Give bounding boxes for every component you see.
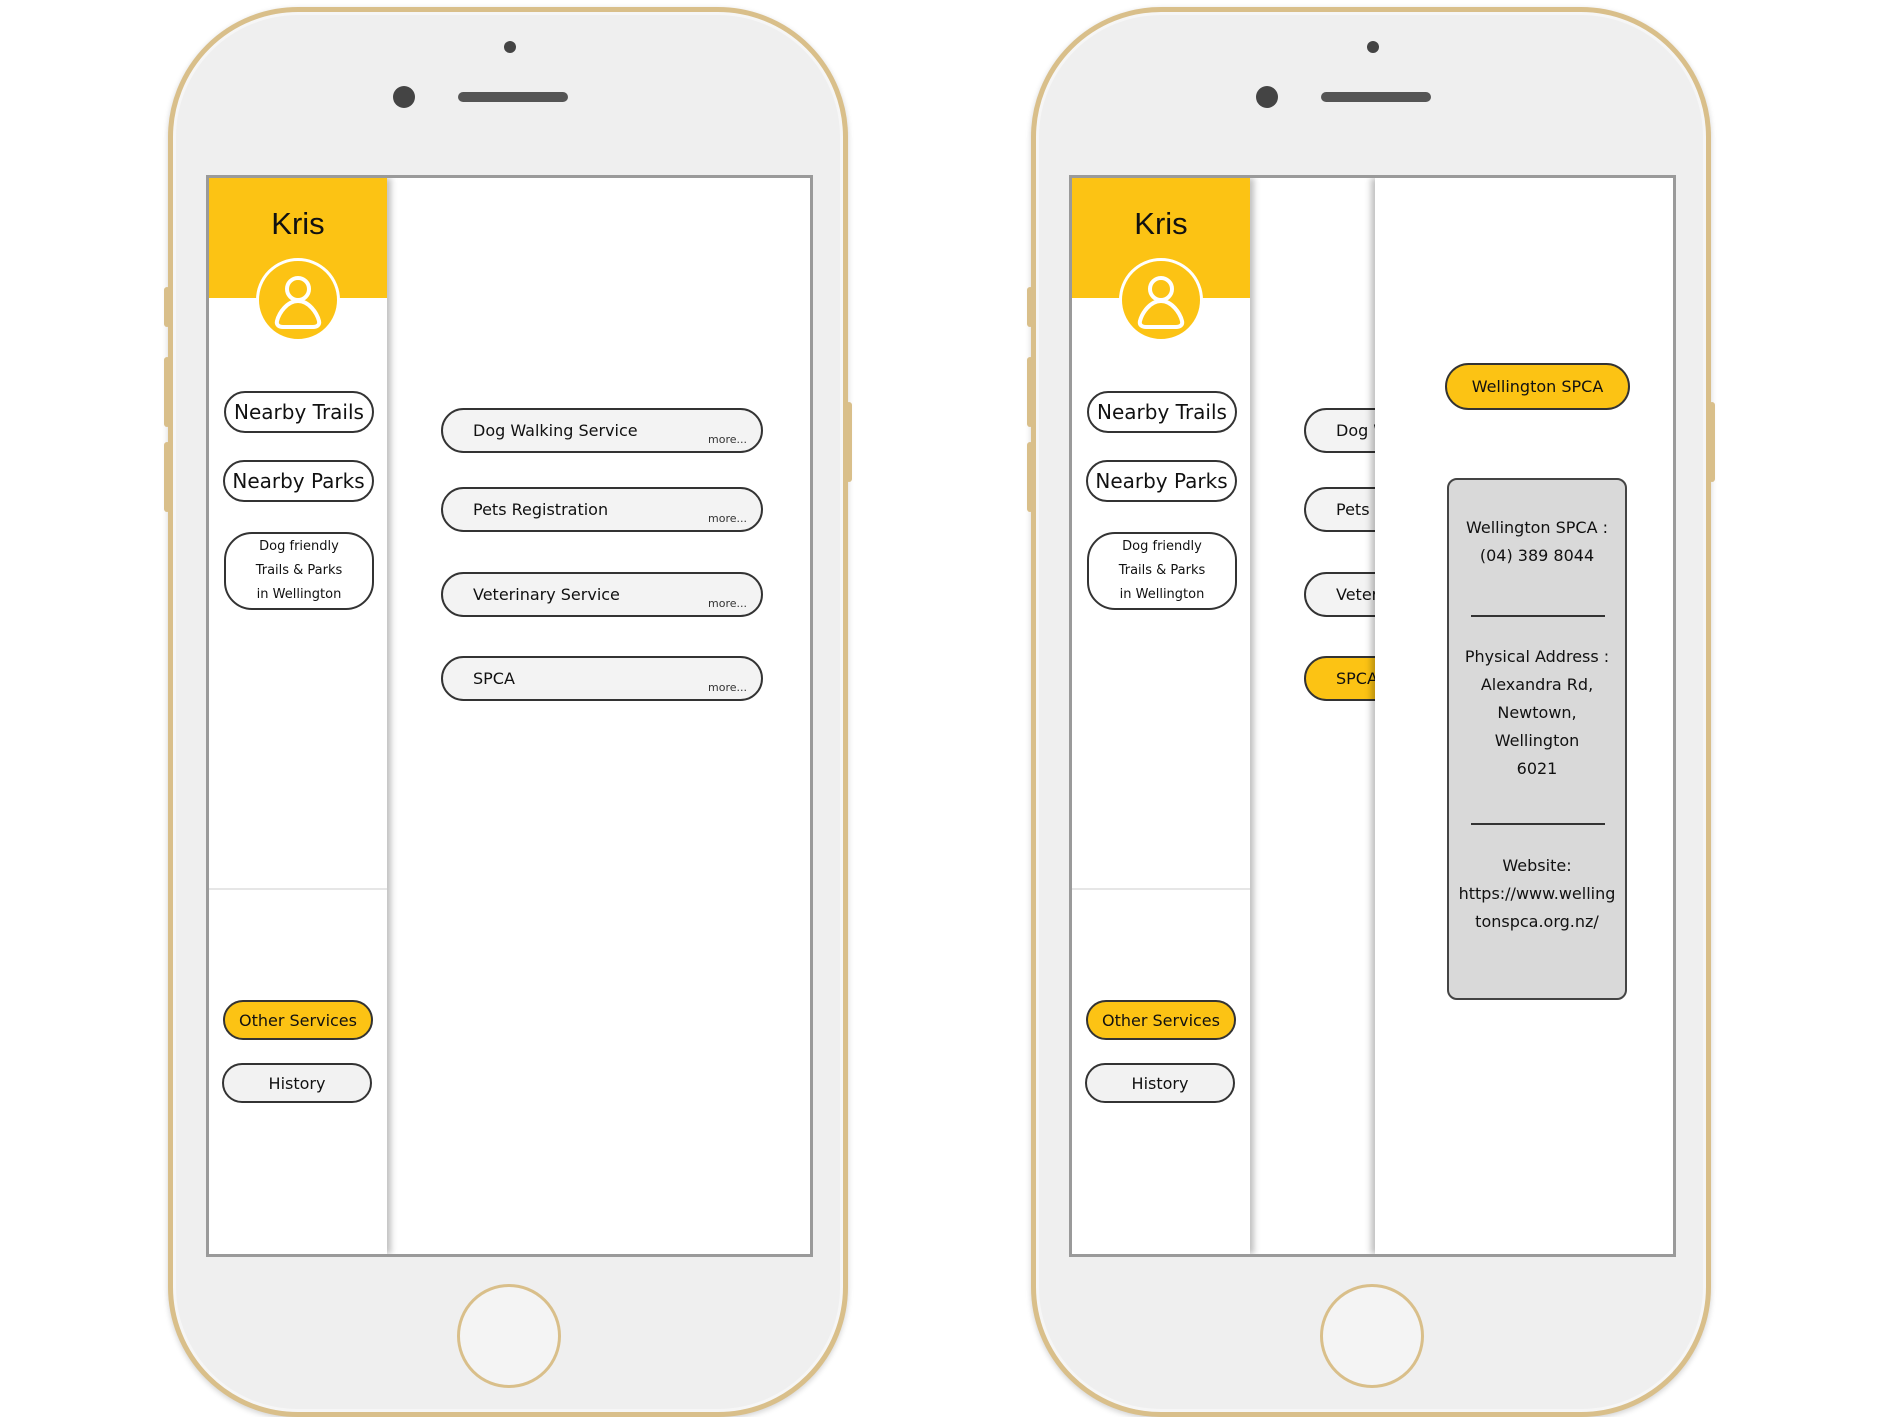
volume-down-button [1027,442,1033,512]
drawer-divider [1072,888,1250,890]
user-name: Kris [1134,206,1188,241]
phone-number[interactable]: (04) 389 8044 [1449,542,1625,570]
address-line: Wellington [1494,731,1580,750]
power-button [1709,402,1715,482]
service-label: Pets Registration [473,500,609,519]
website-label: Website: [1502,856,1572,875]
more-link[interactable]: more... [708,433,747,446]
earpiece-speaker [1321,92,1431,102]
phone-label: Wellington SPCA : [1465,518,1609,537]
avatar[interactable] [1119,258,1203,342]
more-link[interactable]: more... [708,681,747,694]
nearby-trails-button[interactable]: Nearby Trails [224,391,374,433]
more-link[interactable]: more... [708,512,747,525]
address-label: Physical Address : [1464,647,1610,666]
app-screen-right: Kris Nearby Trails Nearby Parks Dog frie… [1069,175,1676,1257]
phone-frame-right: Kris Nearby Trails Nearby Parks Dog frie… [1027,7,1715,1417]
history-button[interactable]: History [222,1063,372,1103]
other-services-button[interactable]: Other Services [223,1000,373,1040]
phone-frame-left: Kris Nearby Trails Nearby Parks Dog frie… [164,7,852,1417]
user-icon [274,276,322,329]
website-link[interactable]: tonspca.org.nz/ [1449,908,1625,936]
nearby-parks-button[interactable]: Nearby Parks [1086,460,1237,502]
mute-switch [164,287,170,327]
website-link[interactable]: https://www.welling [1449,880,1625,908]
info-divider [1471,615,1605,617]
phone-section: Wellington SPCA : (04) 389 8044 [1449,514,1625,570]
address-line: 6021 [1516,759,1558,778]
proximity-sensor-icon [393,86,415,108]
website-section: Website: https://www.welling tonspca.org… [1449,852,1625,936]
service-item-spca[interactable]: SPCA more... [441,656,763,701]
dog-friendly-button[interactable]: Dog friendly Trails & Parks in Wellingto… [224,532,374,610]
more-link[interactable]: more... [708,597,747,610]
proximity-sensor-icon [1256,86,1278,108]
volume-down-button [164,442,170,512]
earpiece-speaker [458,92,568,102]
app-screen-left: Kris Nearby Trails Nearby Parks Dog frie… [206,175,813,1257]
address-line: Newtown, [1497,703,1577,722]
power-button [846,402,852,482]
nearby-parks-button[interactable]: Nearby Parks [223,460,374,502]
nearby-trails-button[interactable]: Nearby Trails [1087,391,1237,433]
volume-up-button [1027,357,1033,427]
address-section: Physical Address : Alexandra Rd, Newtown… [1449,643,1625,783]
front-camera-icon [1367,41,1379,53]
dog-friendly-button[interactable]: Dog friendly Trails & Parks in Wellingto… [1087,532,1237,610]
user-name: Kris [271,206,325,241]
front-camera-icon [504,41,516,53]
address-line: Alexandra Rd, [1480,675,1594,694]
side-drawer: Kris Nearby Trails Nearby Parks Dog frie… [209,178,387,1254]
service-label: Dog Walking Service [473,421,638,440]
avatar[interactable] [256,258,340,342]
other-services-button[interactable]: Other Services [1086,1000,1236,1040]
service-item-veterinary[interactable]: Veterinary Service more... [441,572,763,617]
services-list-behind [1250,178,1375,1254]
side-drawer: Kris Nearby Trails Nearby Parks Dog frie… [1072,178,1250,1254]
spca-title-button[interactable]: Wellington SPCA [1445,363,1630,410]
mute-switch [1027,287,1033,327]
spca-detail-panel: Wellington SPCA Wellington SPCA : (04) 3… [1375,178,1673,1254]
home-button[interactable] [457,1284,561,1388]
info-divider [1471,823,1605,825]
service-item-dog-walking[interactable]: Dog Walking Service more... [441,408,763,453]
service-item-pets-registration[interactable]: Pets Registration more... [441,487,763,532]
home-button[interactable] [1320,1284,1424,1388]
spca-info-card: Wellington SPCA : (04) 389 8044 Physical… [1447,478,1627,1000]
service-label: SPCA [473,669,515,688]
service-label: Veterinary Service [473,585,620,604]
user-icon [1137,276,1185,329]
history-button[interactable]: History [1085,1063,1235,1103]
volume-up-button [164,357,170,427]
drawer-divider [209,888,387,890]
